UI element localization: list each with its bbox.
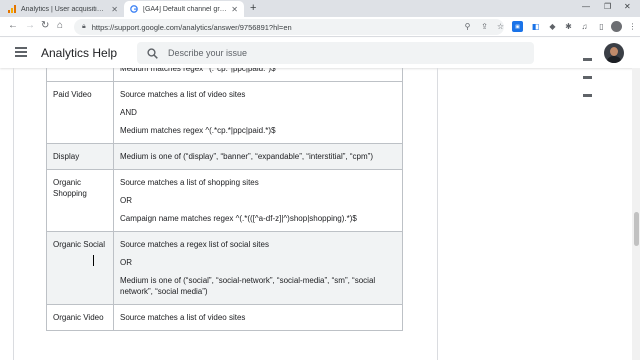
search-icon bbox=[147, 47, 158, 59]
condition-line: AND bbox=[120, 108, 137, 117]
extension-icon[interactable]: ◧ bbox=[530, 21, 541, 32]
help-center-header: Analytics Help bbox=[0, 38, 640, 97]
account-avatar[interactable] bbox=[604, 43, 624, 63]
condition-line: Source matches a list of video sites bbox=[120, 90, 246, 99]
condition-cell: Medium is one of (“display”, “banner”, “… bbox=[113, 143, 403, 170]
extension-icon[interactable]: ◆ bbox=[547, 21, 558, 32]
table-row: Medium matches regex ^(.*cp.*|ppc|paid.*… bbox=[46, 68, 403, 82]
minimize-icon[interactable]: — bbox=[582, 2, 590, 11]
lock-icon: 🔒︎ bbox=[82, 23, 86, 30]
tab-title: Analytics | User acquisition: First bbox=[21, 5, 107, 13]
channel-name-cell: Display bbox=[46, 143, 114, 170]
channel-name-cell: Organic Shopping bbox=[46, 169, 114, 232]
browser-tab-strip: Analytics | User acquisition: First ✕ [G… bbox=[0, 0, 640, 17]
condition-cell: Source matches a regex list of social si… bbox=[113, 231, 403, 305]
scrollbar-thumb[interactable] bbox=[634, 212, 639, 246]
page-title[interactable]: Analytics Help bbox=[41, 46, 117, 60]
left-divider bbox=[13, 68, 14, 360]
condition-cell: Source matches a list of video sites bbox=[113, 304, 403, 331]
zoom-icon[interactable]: ⚲ bbox=[462, 21, 473, 32]
table-row: Display Medium is one of (“display”, “ban… bbox=[46, 143, 403, 170]
condition-cell: Source matches a list of video sites AND M… bbox=[113, 81, 403, 144]
right-divider bbox=[437, 68, 438, 360]
share-icon[interactable]: ⇪ bbox=[479, 21, 490, 32]
google-favicon-icon bbox=[130, 5, 138, 13]
article-content: Medium matches regex ^(.*cp.*|ppc|paid.*… bbox=[0, 68, 632, 360]
tag-manager-extension-icon[interactable]: ▣ bbox=[512, 21, 523, 32]
tab-title: [GA4] Default channel grouping bbox=[143, 5, 228, 13]
hamburger-menu-icon[interactable] bbox=[15, 47, 27, 59]
forward-arrow-icon[interactable]: → bbox=[25, 20, 35, 31]
channel-name-cell: Paid Video bbox=[46, 81, 114, 144]
condition-line: Source matches a list of video sites bbox=[120, 313, 246, 322]
condition-line: Source matches a list of shopping sites bbox=[120, 178, 259, 187]
condition-cell: Medium matches regex ^(.*cp.*|ppc|paid.*… bbox=[113, 68, 403, 82]
reload-icon[interactable]: ↻ bbox=[41, 20, 49, 31]
condition-line: Source matches a regex list of social si… bbox=[120, 240, 269, 249]
condition-line: Medium matches regex ^(.*cp.*|ppc|paid.*… bbox=[120, 68, 276, 73]
table-row: Paid Video Source matches a list of video… bbox=[46, 81, 403, 144]
back-arrow-icon[interactable]: ← bbox=[8, 20, 18, 31]
condition-line: Medium matches regex ^(.*cp.*|ppc|paid.*… bbox=[120, 126, 276, 135]
table-row: Organic Social Source matches a regex lis… bbox=[46, 231, 403, 305]
browser-tab-channel-grouping[interactable]: [GA4] Default channel grouping ✕ bbox=[124, 1, 244, 17]
browser-tab-analytics[interactable]: Analytics | User acquisition: First ✕ bbox=[2, 1, 124, 17]
channel-name-cell: Organic Social bbox=[46, 231, 114, 305]
search-input[interactable] bbox=[168, 48, 508, 58]
table-row: Organic Video Source matches a list of vi… bbox=[46, 304, 403, 331]
tab-close-icon[interactable]: ✕ bbox=[111, 5, 118, 14]
address-bar[interactable]: 🔒︎ https://support.google.com/analytics/… bbox=[74, 19, 504, 35]
menu-kebab-icon[interactable]: ⋮ bbox=[627, 21, 638, 32]
channel-name-cell bbox=[46, 68, 114, 82]
window-close-icon[interactable]: ✕ bbox=[624, 2, 631, 11]
condition-line: OR bbox=[120, 258, 132, 267]
text-cursor-icon bbox=[93, 255, 96, 266]
table-row: Organic Shopping Source matches a list of… bbox=[46, 169, 403, 232]
side-panel-icon[interactable]: ▯ bbox=[596, 21, 607, 32]
condition-cell: Source matches a list of shopping sites O… bbox=[113, 169, 403, 232]
media-control-icon[interactable]: ♫ bbox=[579, 21, 590, 32]
channel-name-cell: Organic Video bbox=[46, 304, 114, 331]
tab-close-icon[interactable]: ✕ bbox=[231, 5, 238, 14]
bookmark-star-icon[interactable]: ☆ bbox=[495, 21, 506, 32]
channel-definition-table: Medium matches regex ^(.*cp.*|ppc|paid.*… bbox=[46, 68, 403, 331]
search-box[interactable] bbox=[137, 42, 534, 64]
condition-line: Medium is one of (“social”, “social-netw… bbox=[120, 276, 376, 296]
analytics-favicon-icon bbox=[8, 5, 16, 13]
browser-toolbar: ← → ↻ ⌂ 🔒︎ https://support.google.com/an… bbox=[0, 17, 640, 37]
profile-avatar-icon[interactable] bbox=[611, 21, 622, 32]
condition-line: OR bbox=[120, 196, 132, 205]
url-text: https://support.google.com/analytics/ans… bbox=[91, 22, 292, 32]
new-tab-plus-icon[interactable]: + bbox=[250, 2, 256, 14]
maximize-icon[interactable]: ❐ bbox=[604, 2, 611, 11]
condition-line: Medium is one of (“display”, “banner”, “… bbox=[120, 152, 373, 161]
home-icon[interactable]: ⌂ bbox=[57, 20, 63, 31]
condition-line: Campaign name matches regex ^(.*(([^a-df… bbox=[120, 214, 357, 223]
extensions-puzzle-icon[interactable]: ✱ bbox=[563, 21, 574, 32]
